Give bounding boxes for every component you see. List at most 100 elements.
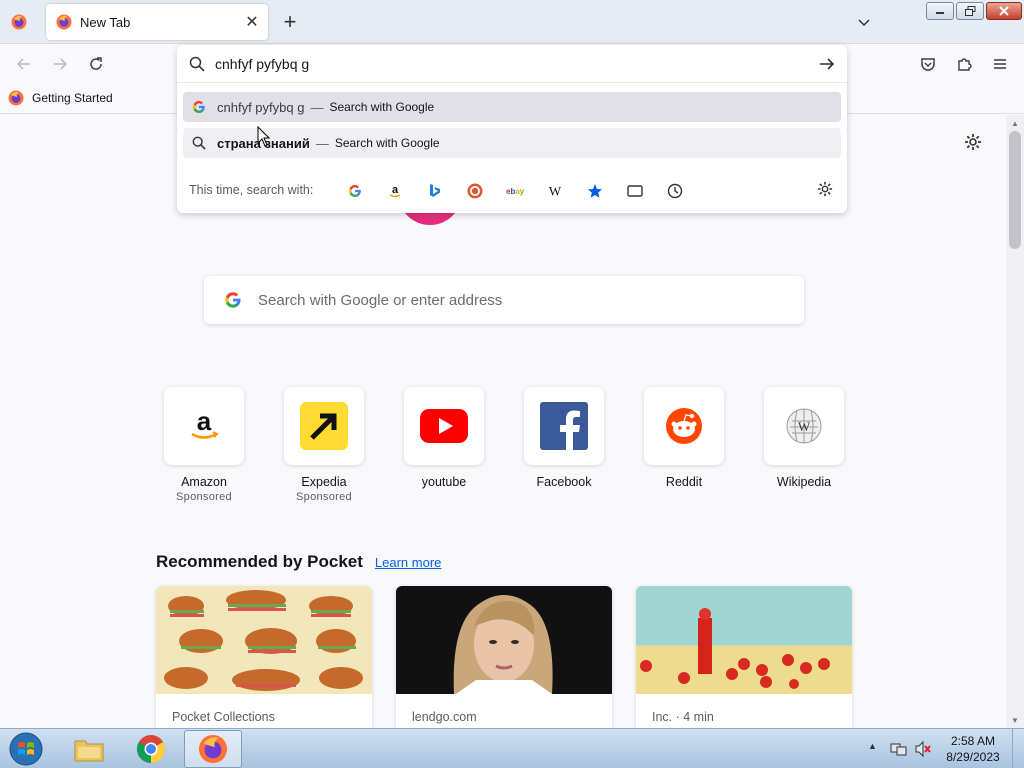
search-icon xyxy=(191,135,207,151)
top-site-facebook[interactable]: Facebook xyxy=(516,387,612,489)
bookmarks-engine-button[interactable] xyxy=(585,181,605,201)
svg-text:W: W xyxy=(798,419,811,434)
firefox-icon xyxy=(11,14,27,30)
tab-strip: New Tab ✕ + xyxy=(0,0,1024,44)
system-clock[interactable]: 2:58 AM 8/29/2023 xyxy=(940,733,1006,765)
page-scrollbar[interactable]: ▲ ▼ xyxy=(1006,115,1024,728)
reddit-icon xyxy=(644,387,724,465)
duckduckgo-engine-button[interactable] xyxy=(465,181,485,201)
history-engine-button[interactable] xyxy=(665,181,685,201)
suggestion-action: Search with Google xyxy=(329,100,435,114)
taskbar-chrome[interactable] xyxy=(122,730,180,768)
firefox-icon xyxy=(198,734,228,764)
amazon-engine-button[interactable]: a xyxy=(385,181,405,201)
scroll-thumb[interactable] xyxy=(1009,131,1021,249)
suggestion-row[interactable]: страна знаний — Search with Google xyxy=(183,128,841,158)
pocket-heading: Recommended by Pocket xyxy=(156,552,363,571)
hamburger-icon xyxy=(994,59,1006,69)
sponsored-label: Sponsored xyxy=(296,491,352,503)
top-site-amazon[interactable]: a Amazon Sponsored xyxy=(156,387,252,503)
windows-taskbar: ▲ 2:58 AM 8/29/2023 xyxy=(0,728,1024,768)
google-engine-button[interactable] xyxy=(345,181,365,201)
red-balls-thumbnail xyxy=(636,586,852,694)
clock-time: 2:58 AM xyxy=(950,734,996,748)
expedia-icon xyxy=(284,387,364,465)
tabs-engine-button[interactable] xyxy=(625,181,645,201)
extensions-button[interactable] xyxy=(950,50,978,78)
minimize-icon xyxy=(936,12,944,14)
reload-button[interactable] xyxy=(82,50,110,78)
close-window-button[interactable] xyxy=(986,2,1022,20)
pocket-card[interactable]: Inc. · 4 min xyxy=(636,586,852,728)
taskbar-firefox[interactable] xyxy=(184,730,242,768)
svg-text:ebay: ebay xyxy=(506,187,524,196)
forward-button[interactable] xyxy=(46,50,74,78)
pocket-card[interactable]: lendgo.com xyxy=(396,586,612,728)
minimize-window-button[interactable] xyxy=(926,2,954,20)
search-settings-button[interactable] xyxy=(817,181,837,201)
show-desktop-button[interactable] xyxy=(1012,729,1024,768)
wikipedia-engine-button[interactable]: W xyxy=(545,181,565,201)
suggestion-action: Search with Google xyxy=(334,136,440,150)
urlbar-input[interactable] xyxy=(215,55,775,72)
personalize-button[interactable] xyxy=(964,133,988,157)
back-arrow-icon xyxy=(16,58,30,70)
firefox-icon xyxy=(56,14,72,30)
scroll-down-arrow[interactable]: ▼ xyxy=(1006,712,1024,728)
pocket-icon xyxy=(921,58,935,71)
woman-portrait-thumbnail xyxy=(396,586,612,694)
restore-window-button[interactable] xyxy=(956,2,984,20)
top-site-title: Amazon xyxy=(181,475,227,489)
search-icon xyxy=(189,56,205,72)
wikipedia-icon: W xyxy=(549,184,562,199)
firefox-view-button[interactable] xyxy=(4,8,34,36)
gear-icon xyxy=(965,134,981,150)
gear-icon xyxy=(817,181,833,197)
close-tab-icon[interactable]: ✕ xyxy=(240,10,264,34)
top-site-title: youtube xyxy=(421,475,467,489)
taskbar-explorer[interactable] xyxy=(60,730,118,768)
app-menu-button[interactable] xyxy=(986,50,1014,78)
volume-muted-icon[interactable] xyxy=(914,740,932,758)
forward-arrow-icon xyxy=(54,58,68,70)
scroll-up-arrow[interactable]: ▲ xyxy=(1006,115,1024,131)
urlbar[interactable] xyxy=(177,45,847,83)
top-site-youtube[interactable]: youtube xyxy=(396,387,492,489)
new-tab-button[interactable]: + xyxy=(276,8,304,36)
network-icon[interactable] xyxy=(890,740,908,758)
facebook-icon xyxy=(524,387,604,465)
pocket-card[interactable]: Pocket Collections xyxy=(156,586,372,728)
mouse-cursor xyxy=(257,126,271,147)
windows-logo-icon xyxy=(9,732,43,766)
go-arrow-icon[interactable] xyxy=(817,54,837,74)
start-button[interactable] xyxy=(6,730,46,768)
top-site-wikipedia[interactable]: W Wikipedia xyxy=(756,387,852,489)
back-button[interactable] xyxy=(10,50,38,78)
save-to-pocket-button[interactable] xyxy=(914,50,942,78)
tab-new-tab[interactable]: New Tab ✕ xyxy=(46,4,268,40)
bookmark-getting-started[interactable]: Getting Started xyxy=(8,90,113,106)
sandwiches-thumbnail xyxy=(156,586,372,694)
sponsored-label: Sponsored xyxy=(176,491,232,503)
show-hidden-icons-button[interactable]: ▲ xyxy=(868,741,877,751)
ebay-engine-button[interactable]: ebay xyxy=(505,181,525,201)
google-icon xyxy=(191,99,207,115)
bing-icon xyxy=(430,184,440,197)
bing-engine-button[interactable] xyxy=(425,181,445,201)
ebay-icon: ebay xyxy=(506,187,524,196)
learn-more-link[interactable]: Learn more xyxy=(375,555,441,570)
newtab-search-placeholder: Search with Google or enter address xyxy=(258,291,503,309)
chevron-down-icon xyxy=(858,19,870,27)
restore-icon xyxy=(964,6,975,16)
top-site-expedia[interactable]: Expedia Sponsored xyxy=(276,387,372,503)
chrome-icon xyxy=(137,735,165,763)
list-all-tabs-button[interactable] xyxy=(852,10,876,34)
card-source: Inc. · 4 min xyxy=(652,710,714,724)
bookmark-label: Getting Started xyxy=(32,91,113,105)
close-icon xyxy=(999,6,1009,16)
top-site-reddit[interactable]: Reddit xyxy=(636,387,732,489)
svg-text:a: a xyxy=(392,184,399,196)
suggestion-row[interactable]: cnhfyf pyfybq g — Search with Google xyxy=(183,92,841,122)
suggestion-text: cnhfyf pyfybq g xyxy=(217,99,305,115)
newtab-search-box[interactable]: Search with Google or enter address xyxy=(204,276,804,324)
